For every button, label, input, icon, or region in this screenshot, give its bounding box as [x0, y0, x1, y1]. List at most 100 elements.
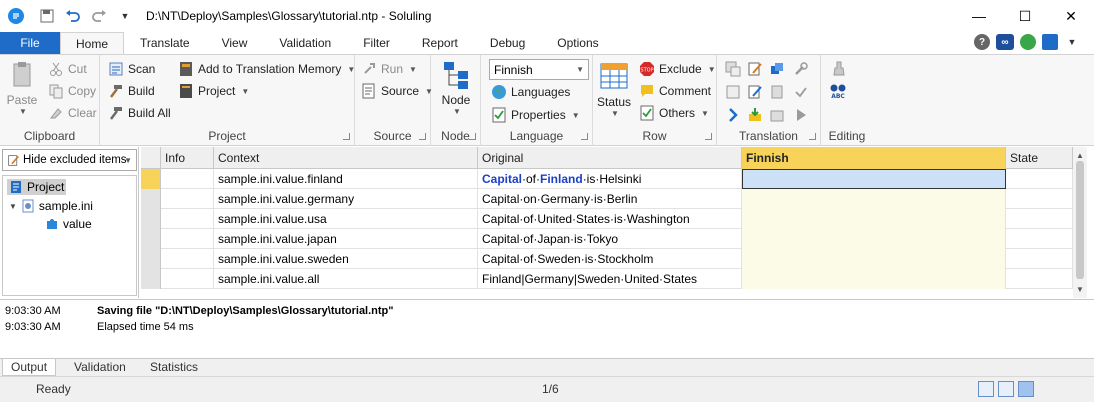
status-button[interactable]: Status ▼ [597, 61, 631, 118]
spell-check-icon[interactable]: ABC [827, 83, 849, 100]
play-icon[interactable] [793, 107, 809, 123]
tab-filter[interactable]: Filter [347, 32, 406, 54]
tab-file[interactable]: File [0, 32, 60, 54]
row-launcher-icon[interactable] [705, 133, 712, 140]
next-arrow-icon[interactable] [725, 107, 741, 123]
exclude-button[interactable]: STOP Exclude ▼ [639, 61, 716, 77]
monitor-icon[interactable] [1042, 34, 1058, 50]
finnish-cell[interactable] [742, 209, 1006, 229]
scan-button[interactable]: Scan [108, 61, 155, 77]
table-row[interactable]: sample.ini.value.japan Capital·of·Japan·… [141, 229, 1073, 249]
others-button[interactable]: Others ▼ [639, 105, 709, 121]
context-cell[interactable]: sample.ini.value.sweden [214, 249, 478, 269]
source-button[interactable]: Source ▼ [361, 83, 433, 99]
tab-output[interactable]: Output [2, 359, 57, 376]
customize-toolbar-icon[interactable]: ▼ [116, 7, 134, 25]
original-cell[interactable]: Capital·on·Germany·is·Berlin [478, 189, 742, 209]
project-menu-button[interactable]: Project ▼ [178, 83, 249, 99]
editor-layout-icon[interactable] [1018, 381, 1034, 397]
info-cell[interactable] [161, 169, 214, 189]
tab-validation[interactable]: Validation [263, 32, 347, 54]
finnish-cell[interactable] [742, 189, 1006, 209]
cut-button[interactable]: Cut [48, 61, 87, 77]
language-launcher-icon[interactable] [581, 133, 588, 140]
close-button[interactable]: ✕ [1048, 0, 1094, 32]
grid-layout-icon[interactable] [978, 381, 994, 397]
redo-icon[interactable] [90, 7, 108, 25]
grid-vertical-scrollbar[interactable]: ▲ ▼ [1073, 147, 1087, 298]
state-cell[interactable] [1006, 189, 1073, 209]
column-header-original[interactable]: Original [478, 147, 742, 169]
row-indicator[interactable] [141, 269, 161, 289]
state-cell[interactable] [1006, 269, 1073, 289]
soluling-app-icon[interactable] [8, 8, 24, 24]
languages-button[interactable]: Languages [491, 84, 570, 100]
binoculars-icon[interactable]: ∞ [996, 34, 1014, 50]
undo-icon[interactable] [64, 7, 82, 25]
brush-icon[interactable] [831, 61, 847, 77]
row-indicator[interactable] [141, 209, 161, 229]
column-header-context[interactable]: Context [214, 147, 478, 169]
finnish-cell[interactable] [742, 269, 1006, 289]
info-cell[interactable] [161, 189, 214, 209]
copy-button[interactable]: Copy [48, 83, 96, 99]
original-cell[interactable]: Finland|Germany|Sweden·United·States [478, 269, 742, 289]
maximize-button[interactable]: ☐ [1002, 0, 1048, 32]
source-launcher-icon[interactable] [419, 133, 426, 140]
help-icon[interactable]: ? [974, 34, 990, 50]
info-cell[interactable] [161, 269, 214, 289]
hide-excluded-dropdown[interactable]: Hide excluded items ▼ [2, 149, 137, 171]
table-row[interactable]: sample.ini.value.sweden Capital·of·Swede… [141, 249, 1073, 269]
expand-toggle-icon[interactable]: ▼ [9, 202, 17, 211]
state-cell[interactable] [1006, 229, 1073, 249]
info-cell[interactable] [161, 209, 214, 229]
minimize-button[interactable]: — [956, 0, 1002, 32]
tab-view[interactable]: View [206, 32, 264, 54]
auto-translate-icon[interactable] [725, 61, 741, 77]
scroll-down-icon[interactable]: ▼ [1076, 285, 1084, 294]
table-row[interactable]: sample.ini.value.usa Capital·of·United·S… [141, 209, 1073, 229]
paste-button[interactable]: Paste ▼ [6, 59, 38, 116]
info-cell[interactable] [161, 249, 214, 269]
tab-translate[interactable]: Translate [124, 32, 206, 54]
tab-output-validation[interactable]: Validation [66, 359, 134, 376]
scroll-thumb[interactable] [1076, 161, 1084, 279]
tab-home[interactable]: Home [60, 32, 124, 55]
build-all-button[interactable]: Build All [108, 105, 171, 121]
fuzzy-translate-icon[interactable] [725, 84, 741, 100]
context-cell[interactable]: sample.ini.value.usa [214, 209, 478, 229]
language-select[interactable]: Finnish ▼ [489, 59, 589, 80]
translation-launcher-icon[interactable] [809, 133, 816, 140]
node-launcher-icon[interactable] [469, 133, 476, 140]
node-button[interactable]: Node ▼ [440, 59, 472, 116]
table-row[interactable]: sample.ini.value.all Finland|Germany|Swe… [141, 269, 1073, 289]
original-cell[interactable]: Capital·of·Japan·is·Tokyo [478, 229, 742, 249]
tree-item-project[interactable]: Project [7, 179, 67, 195]
original-cell[interactable]: Capital·of·Finland·is·Helsinki [478, 169, 742, 189]
column-header-finnish[interactable]: Finnish [742, 147, 1006, 169]
run-button[interactable]: Run ▼ [361, 61, 417, 77]
save-icon[interactable] [38, 7, 56, 25]
verify-icon[interactable] [793, 84, 809, 100]
import-icon[interactable] [747, 107, 763, 123]
column-header-state[interactable]: State [1006, 147, 1073, 169]
finnish-cell[interactable] [742, 169, 1006, 189]
context-cell[interactable]: sample.ini.value.finland [214, 169, 478, 189]
context-cell[interactable]: sample.ini.value.germany [214, 189, 478, 209]
project-launcher-icon[interactable] [343, 133, 350, 140]
tab-statistics[interactable]: Statistics [142, 359, 206, 376]
scroll-up-icon[interactable]: ▲ [1076, 151, 1084, 160]
clear-translation-icon[interactable] [769, 84, 785, 100]
ribbon-options-icon[interactable]: ▼ [1064, 34, 1080, 50]
info-cell[interactable] [161, 229, 214, 249]
state-cell[interactable] [1006, 169, 1073, 189]
tab-report[interactable]: Report [406, 32, 474, 54]
row-indicator[interactable] [141, 229, 161, 249]
tree-item-value[interactable]: value [45, 217, 92, 231]
wrench-icon[interactable] [793, 61, 809, 77]
tab-debug[interactable]: Debug [474, 32, 541, 54]
pen-icon[interactable] [747, 84, 763, 100]
original-cell[interactable]: Capital·of·Sweden·is·Stockholm [478, 249, 742, 269]
row-indicator[interactable] [141, 189, 161, 209]
context-cell[interactable]: sample.ini.value.japan [214, 229, 478, 249]
